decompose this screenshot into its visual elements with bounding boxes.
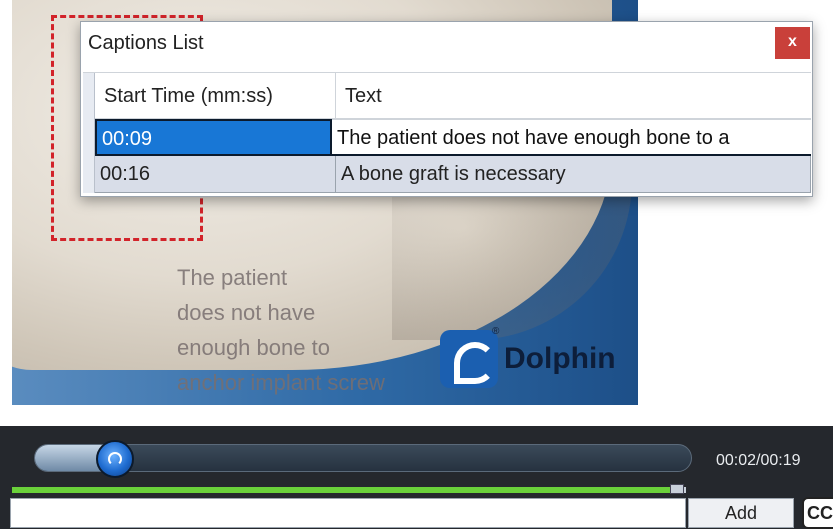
dolphin-logo: ® Dolphin xyxy=(440,326,616,388)
captions-list-dialog: Captions List x Start Time (mm:ss) Text … xyxy=(80,21,813,197)
caption-timeline-marker[interactable] xyxy=(670,484,684,494)
power-icon xyxy=(108,452,122,466)
row-header[interactable] xyxy=(83,119,95,156)
dialog-titlebar[interactable]: Captions List x xyxy=(81,22,812,68)
row-header[interactable] xyxy=(83,156,95,193)
captions-table: Start Time (mm:ss) Text 00:09 The patien… xyxy=(83,72,811,196)
start-time-cell[interactable]: 00:16 xyxy=(95,156,336,193)
close-button[interactable]: x xyxy=(775,27,810,59)
caption-text-cell[interactable]: A bone graft is necessary xyxy=(336,156,811,193)
dolphin-icon xyxy=(440,330,498,388)
player-controls: 00:02/00:19 Add CC xyxy=(0,426,833,529)
caption-timeline-fill xyxy=(12,487,680,493)
dialog-title: Captions List xyxy=(88,32,204,54)
time-readout: 00:02/00:19 xyxy=(716,452,801,469)
start-time-cell[interactable]: 00:09 xyxy=(95,119,332,156)
caption-text-cell[interactable]: The patient does not have enough bone to… xyxy=(332,119,811,156)
table-row[interactable]: 00:16 A bone graft is necessary xyxy=(95,156,811,193)
column-header-text[interactable]: Text xyxy=(336,73,811,119)
add-caption-button[interactable]: Add xyxy=(688,498,794,528)
app-window: The patient does not have enough bone to… xyxy=(0,0,833,529)
video-overlay-caption: The patient does not have enough bone to… xyxy=(177,265,385,395)
caption-text-input[interactable] xyxy=(10,498,686,528)
row-header-corner xyxy=(83,73,95,119)
caption-timeline[interactable] xyxy=(12,487,686,493)
dolphin-wordmark: Dolphin xyxy=(504,342,616,375)
registered-mark: ® xyxy=(492,326,500,337)
closed-captions-button[interactable]: CC xyxy=(802,497,833,529)
table-row[interactable]: 00:09 The patient does not have enough b… xyxy=(95,119,811,156)
seek-thumb[interactable] xyxy=(96,440,134,478)
table-header: Start Time (mm:ss) Text xyxy=(83,73,811,119)
column-header-start-time[interactable]: Start Time (mm:ss) xyxy=(95,73,336,119)
